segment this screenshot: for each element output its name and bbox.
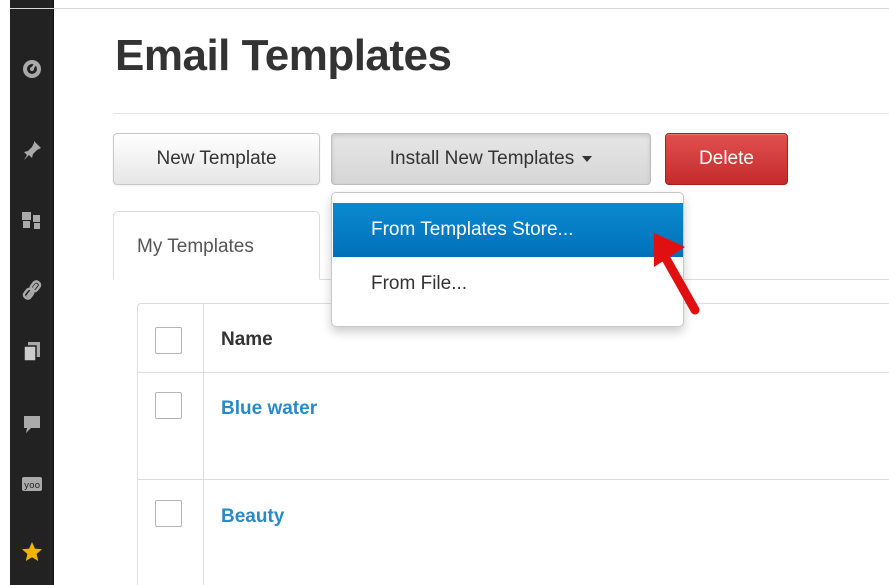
- title-divider: [113, 113, 889, 114]
- select-all-checkbox[interactable]: [155, 327, 182, 354]
- star-icon[interactable]: [10, 532, 54, 572]
- column-header-name: Name: [221, 329, 273, 350]
- annotation-arrow-icon: [654, 233, 700, 315]
- menu-item-label: From Templates Store...: [371, 219, 574, 240]
- table-column-divider: [203, 304, 204, 585]
- sidebar-bar: yoo: [10, 0, 54, 585]
- delete-label: Delete: [699, 148, 754, 169]
- table-row-divider: [138, 372, 889, 373]
- page-title: Email Templates: [115, 31, 452, 80]
- install-templates-dropdown-menu: From Templates Store... From File...: [331, 192, 684, 327]
- users-icon[interactable]: [10, 200, 54, 240]
- caret-down-icon: [582, 156, 593, 162]
- install-templates-dropdown-button[interactable]: Install New Templates: [331, 133, 651, 185]
- template-link[interactable]: Blue water: [221, 398, 317, 420]
- new-template-label: New Template: [156, 148, 277, 169]
- new-template-button[interactable]: New Template: [113, 133, 320, 185]
- table-row-divider: [138, 479, 889, 480]
- frame-top-border: [10, 8, 889, 9]
- menu-item-label: From File...: [371, 273, 468, 294]
- menu-item-from-file[interactable]: From File...: [333, 257, 683, 311]
- svg-text:yoo: yoo: [24, 481, 41, 491]
- template-link[interactable]: Beauty: [221, 506, 284, 528]
- tab-my-templates-label: My Templates: [137, 236, 254, 257]
- link-icon[interactable]: [10, 270, 54, 310]
- delete-button[interactable]: Delete: [665, 133, 788, 185]
- dashboard-icon[interactable]: [10, 48, 54, 88]
- install-templates-label: Install New Templates: [389, 148, 575, 169]
- pages-icon[interactable]: [10, 332, 54, 372]
- comment-icon[interactable]: [10, 404, 54, 444]
- row-checkbox[interactable]: [155, 500, 182, 527]
- menu-item-from-templates-store[interactable]: From Templates Store...: [333, 203, 683, 257]
- yoo-icon[interactable]: yoo: [10, 464, 54, 504]
- row-checkbox[interactable]: [155, 392, 182, 419]
- admin-sidebar: yoo: [0, 0, 88, 585]
- pin-icon[interactable]: [10, 130, 54, 170]
